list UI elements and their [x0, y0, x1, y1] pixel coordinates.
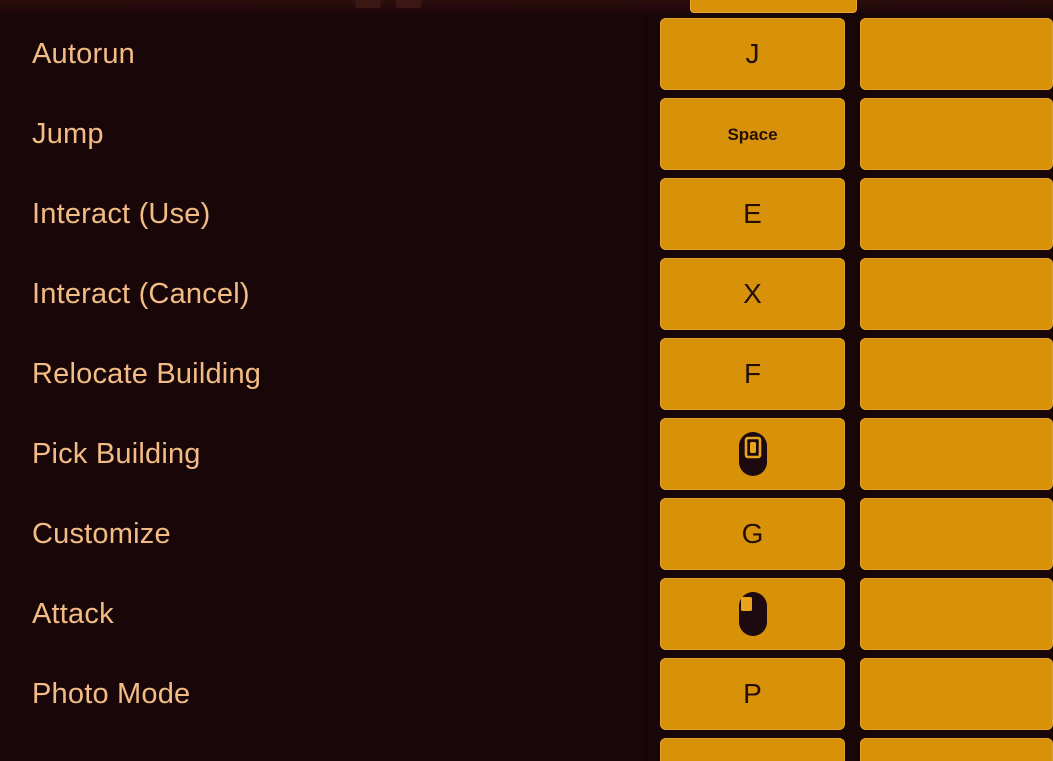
keybind-primary-button[interactable]: J	[660, 18, 845, 90]
keybind-primary-label: F	[743, 358, 762, 389]
keybind-secondary-button[interactable]	[860, 658, 1053, 730]
keybind-secondary-button[interactable]	[860, 338, 1053, 410]
keybinding-row: Interact (Cancel) X	[0, 254, 1053, 334]
action-label: Customize	[32, 518, 171, 550]
mouse-middle-button-icon	[736, 432, 770, 476]
keybinding-row-list: Autorun J Jump Space Interact (Use) E Interact…	[0, 14, 1053, 761]
keybinding-row: Customize G	[0, 494, 1053, 574]
keybinding-row: Attack	[0, 574, 1053, 654]
keybind-secondary-button[interactable]	[860, 18, 1053, 90]
keybind-primary-button[interactable]	[660, 738, 845, 761]
column-divider	[645, 654, 647, 734]
keybind-secondary-button[interactable]	[860, 178, 1053, 250]
keybind-secondary-button[interactable]	[860, 98, 1053, 170]
column-divider	[645, 14, 647, 94]
column-divider	[645, 734, 647, 761]
keybind-primary-label: J	[745, 38, 760, 69]
keybind-secondary-button[interactable]	[860, 418, 1053, 490]
keybindings-screen: Autorun J Jump Space Interact (Use) E Interact…	[0, 0, 1053, 761]
keybinding-row: Pick Building	[0, 414, 1053, 494]
keybind-secondary-button[interactable]	[860, 738, 1053, 761]
tab-inactive-left[interactable]	[355, 0, 381, 8]
keybind-primary-button[interactable]: G	[660, 498, 845, 570]
keybind-primary-button[interactable]: X	[660, 258, 845, 330]
action-label: Autorun	[32, 38, 135, 70]
column-divider	[645, 94, 647, 174]
action-label: Photo Mode	[32, 678, 191, 710]
keybinding-row: Relocate Building F	[0, 334, 1053, 414]
mouse-left-button-icon	[736, 592, 770, 636]
keybind-primary-label: G	[741, 518, 764, 549]
keybinding-row: Interact (Use) E	[0, 174, 1053, 254]
column-divider	[645, 254, 647, 334]
action-label: Interact (Use)	[32, 198, 211, 230]
action-label: Relocate Building	[32, 358, 262, 390]
top-bar-background	[0, 0, 1053, 14]
keybind-primary-button[interactable]: Space	[660, 98, 845, 170]
column-divider	[645, 174, 647, 254]
action-label: Jump	[32, 118, 104, 150]
keybind-primary-button[interactable]: P	[660, 658, 845, 730]
keybinding-row: Photo Mode P	[0, 654, 1053, 734]
column-divider	[645, 494, 647, 574]
keybinding-row: Jump Space	[0, 94, 1053, 174]
top-tab-bar	[0, 0, 1053, 14]
keybind-primary-label: P	[743, 678, 762, 709]
action-label: Interact (Cancel)	[32, 278, 250, 310]
keybind-primary-label: E	[743, 198, 762, 229]
column-divider	[645, 574, 647, 654]
keybind-primary-button[interactable]: F	[660, 338, 845, 410]
keybind-secondary-button[interactable]	[860, 498, 1053, 570]
keybind-primary-label: Space	[727, 124, 778, 144]
keybind-primary-label: X	[743, 278, 762, 309]
tab-active-selected[interactable]	[690, 0, 857, 13]
keybind-primary-button[interactable]	[660, 418, 845, 490]
keybinding-row: Autorun J	[0, 14, 1053, 94]
action-label: Attack	[32, 598, 114, 630]
keybinding-row	[0, 734, 1053, 761]
keybind-secondary-button[interactable]	[860, 578, 1053, 650]
tab-inactive-right[interactable]	[396, 0, 422, 8]
column-divider	[645, 414, 647, 494]
action-label: Pick Building	[32, 438, 201, 470]
column-divider	[645, 334, 647, 414]
keybind-primary-button[interactable]: E	[660, 178, 845, 250]
keybind-primary-button[interactable]	[660, 578, 845, 650]
keybind-secondary-button[interactable]	[860, 258, 1053, 330]
